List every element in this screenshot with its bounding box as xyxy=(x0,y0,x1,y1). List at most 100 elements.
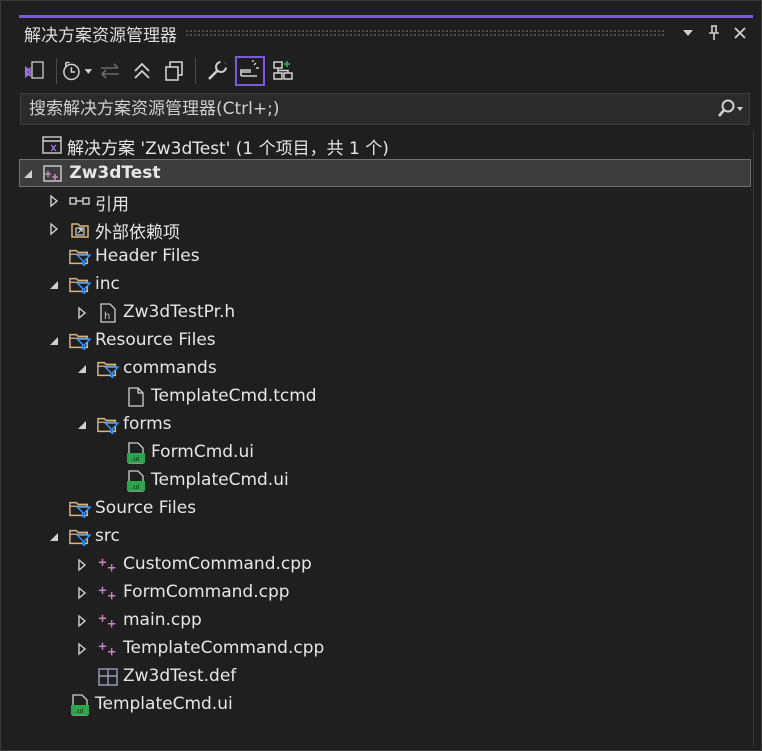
tree-item[interactable]: 外部依赖项 xyxy=(19,215,751,243)
cpp-file-icon xyxy=(97,582,119,604)
references-icon xyxy=(69,190,91,212)
solution-explorer-panel: 解决方案资源管理器 搜索解决方案资源管理器(Ctrl+;) 解决方案 'Zw3d… xyxy=(0,0,762,751)
preview-selected-items-icon[interactable] xyxy=(235,56,265,86)
collapsed-arrow-icon[interactable] xyxy=(75,642,89,656)
tree-item[interactable]: src xyxy=(19,523,751,551)
filter-folder-icon xyxy=(69,330,91,352)
generic-file-icon xyxy=(125,386,147,408)
tree-item-label: FormCmd.ui xyxy=(151,442,254,462)
filter-folder-icon xyxy=(97,358,119,380)
tree-item-label: Zw3dTest xyxy=(69,163,161,183)
tree-item[interactable]: FormCommand.cpp xyxy=(19,579,751,607)
svg-text:.ui: .ui xyxy=(131,483,140,491)
svg-text:h: h xyxy=(104,311,110,322)
dropdown-arrow-icon[interactable] xyxy=(675,20,701,46)
cpp-file-icon xyxy=(97,638,119,660)
pin-icon[interactable] xyxy=(701,20,727,46)
tree-item-label: forms xyxy=(123,414,172,434)
tree-item-label: main.cpp xyxy=(123,610,202,630)
expanded-arrow-icon[interactable] xyxy=(21,167,35,181)
expanded-arrow-icon[interactable] xyxy=(75,362,89,376)
collapsed-arrow-icon[interactable] xyxy=(75,558,89,572)
tree-item-label: TemplateCommand.cpp xyxy=(123,638,325,658)
tree-item-label: Zw3dTestPr.h xyxy=(123,302,236,322)
tree-item[interactable]: Zw3dTest.def xyxy=(19,663,751,691)
drag-grip[interactable] xyxy=(185,29,665,37)
tree-item[interactable]: Header Files xyxy=(19,243,751,271)
class-view-icon[interactable] xyxy=(267,54,299,88)
solution-node[interactable]: 解决方案 'Zw3dTest' (1 个项目，共 1 个) xyxy=(19,131,751,159)
collapsed-arrow-icon[interactable] xyxy=(47,222,61,236)
collapsed-arrow-icon[interactable] xyxy=(47,194,61,208)
svg-text:.ui: .ui xyxy=(131,455,140,463)
toolbar-separator xyxy=(195,58,196,84)
ui-file-icon: .ui xyxy=(69,694,91,716)
tree-item[interactable]: forms xyxy=(19,411,751,439)
header-file-icon: h xyxy=(97,302,119,324)
filter-folder-icon xyxy=(97,414,119,436)
tree-item[interactable]: TemplateCommand.cpp xyxy=(19,635,751,663)
search-icon[interactable] xyxy=(713,94,749,124)
cpp-file-icon xyxy=(97,610,119,632)
tree-item[interactable]: Source Files xyxy=(19,495,751,523)
panel-toolbar xyxy=(19,53,753,89)
search-input[interactable] xyxy=(21,93,713,125)
tree-item-label: CustomCommand.cpp xyxy=(123,554,312,574)
tree-item[interactable]: inc xyxy=(19,271,751,299)
tree-item-label: Source Files xyxy=(95,498,197,518)
sync-with-document-icon[interactable] xyxy=(94,54,126,88)
tree-item-label: Header Files xyxy=(95,246,200,266)
tree-item[interactable]: main.cpp xyxy=(19,607,751,635)
tree-item[interactable]: 引用 xyxy=(19,187,751,215)
solution-tree: 解决方案 'Zw3dTest' (1 个项目，共 1 个) Zw3dTest 引用外… xyxy=(19,131,754,747)
tree-item-label: TemplateCmd.tcmd xyxy=(151,386,317,406)
search-box xyxy=(20,93,750,125)
expanded-arrow-icon[interactable] xyxy=(47,278,61,292)
tree-item-label: 引用 xyxy=(95,195,129,215)
tree-item-label: TemplateCmd.ui xyxy=(95,694,233,714)
tree-item-label: 外部依赖项 xyxy=(95,223,180,243)
def-file-icon xyxy=(97,666,119,688)
tree-item-label: Resource Files xyxy=(95,330,216,350)
show-all-files-icon[interactable] xyxy=(158,54,190,88)
collapsed-arrow-icon[interactable] xyxy=(75,306,89,320)
filter-folder-icon xyxy=(69,498,91,520)
collapsed-arrow-icon[interactable] xyxy=(75,614,89,628)
tree-item[interactable]: .ui TemplateCmd.ui xyxy=(19,691,751,719)
expanded-arrow-icon[interactable] xyxy=(47,334,61,348)
collapsed-arrow-icon[interactable] xyxy=(75,586,89,600)
panel-title: 解决方案资源管理器 xyxy=(24,25,177,46)
tree-item[interactable]: .ui TemplateCmd.ui xyxy=(19,467,751,495)
tree-item[interactable]: h Zw3dTestPr.h xyxy=(19,299,751,327)
solution-icon xyxy=(41,134,63,156)
external-dependencies-icon xyxy=(69,218,91,240)
tree-item-label: Zw3dTest.def xyxy=(123,666,237,686)
svg-text:.ui: .ui xyxy=(75,707,84,715)
ui-file-icon: .ui xyxy=(125,470,147,492)
switch-views-icon[interactable] xyxy=(19,54,51,88)
tree-item-label: src xyxy=(95,526,120,546)
cpp-file-icon xyxy=(97,554,119,576)
tree-item-label: commands xyxy=(123,358,217,378)
tree-item[interactable]: .ui FormCmd.ui xyxy=(19,439,751,467)
pending-changes-filter-icon[interactable] xyxy=(62,54,94,88)
tree-item-label: 解决方案 'Zw3dTest' (1 个项目，共 1 个) xyxy=(67,139,389,159)
panel-titlebar: 解决方案资源管理器 xyxy=(19,18,753,48)
expanded-arrow-icon[interactable] xyxy=(47,530,61,544)
tree-item-label: FormCommand.cpp xyxy=(123,582,290,602)
filter-folder-icon xyxy=(69,274,91,296)
toolbar-separator xyxy=(56,58,57,84)
collapse-all-icon[interactable] xyxy=(126,54,158,88)
tree-item[interactable]: commands xyxy=(19,355,751,383)
ui-file-icon: .ui xyxy=(125,442,147,464)
project-cpp-icon xyxy=(43,163,65,185)
tree-item-label: inc xyxy=(95,274,120,294)
properties-wrench-icon[interactable] xyxy=(201,54,233,88)
project-node[interactable]: Zw3dTest xyxy=(19,159,751,187)
tree-item-label: TemplateCmd.ui xyxy=(151,470,289,490)
expanded-arrow-icon[interactable] xyxy=(75,418,89,432)
tree-item[interactable]: CustomCommand.cpp xyxy=(19,551,751,579)
tree-item[interactable]: TemplateCmd.tcmd xyxy=(19,383,751,411)
close-icon[interactable] xyxy=(727,20,753,46)
tree-item[interactable]: Resource Files xyxy=(19,327,751,355)
